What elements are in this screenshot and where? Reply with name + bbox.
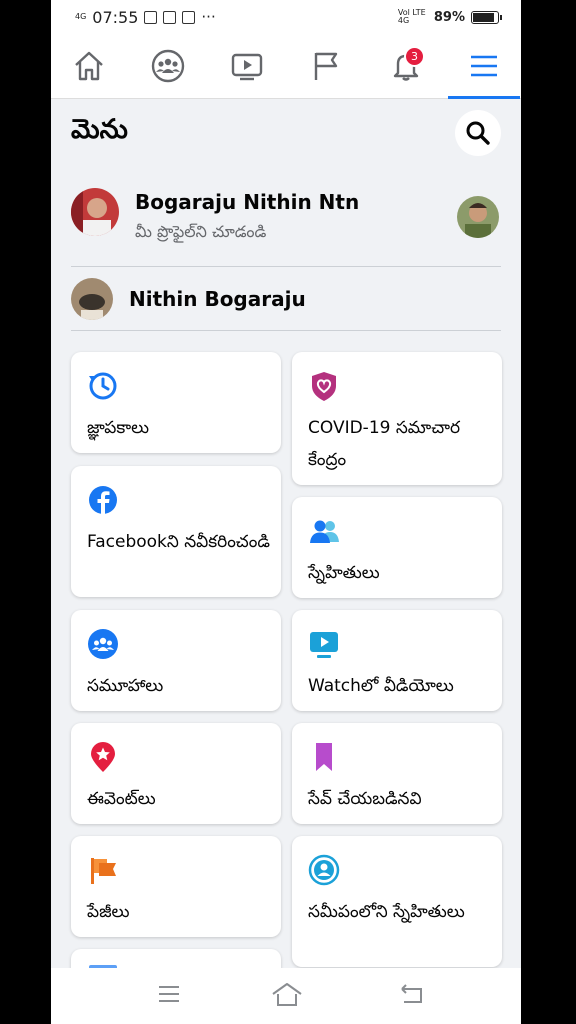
- friends-icon: [310, 520, 339, 543]
- shortcut-watch[interactable]: Watchలో వీడియోలు: [292, 610, 502, 711]
- message-icon: [182, 10, 196, 24]
- shortcut-covid[interactable]: COVID-19 సమాచార కేంద్రం: [292, 352, 502, 485]
- shortcut-label: సమీపంలోని స్నేహితులు: [308, 902, 465, 922]
- shortcut-label: COVID-19 సమాచార కేంద్రం: [308, 418, 461, 470]
- back-button[interactable]: [399, 982, 425, 1010]
- shortcut-label: సేవ్ చేయబడినవి: [308, 789, 422, 809]
- shortcut-label: సమూహాలు: [87, 676, 164, 696]
- home-icon: [272, 983, 302, 1006]
- divider: [71, 266, 501, 267]
- watch-icon: [310, 632, 338, 658]
- search-button[interactable]: [455, 110, 501, 156]
- tab-notifications[interactable]: 3: [381, 44, 431, 88]
- shortcut-label: Facebookని నవీకరించండి: [87, 532, 270, 552]
- avatar-image: [71, 278, 113, 320]
- notification-icon: [144, 10, 158, 24]
- divider: [71, 330, 501, 331]
- network-indicator: 4G: [75, 12, 87, 21]
- avatar-image: [71, 188, 119, 236]
- shortcut-label: పేజీలు: [87, 902, 130, 922]
- shortcut-friends[interactable]: స్నేహితులు: [292, 497, 502, 598]
- home-button[interactable]: [271, 982, 303, 1012]
- shortcut-nearby-friends[interactable]: సమీపంలోని స్నేహితులు: [292, 836, 502, 967]
- battery-percent: 89%: [433, 9, 465, 25]
- hamburger-menu-icon: [471, 55, 497, 77]
- shortcut-label: జ్ఞాపకాలు: [87, 418, 150, 438]
- switch-account-avatar[interactable]: [457, 196, 499, 238]
- page-title: మెను: [71, 114, 128, 145]
- back-icon: [401, 984, 422, 1003]
- groups-icon: [151, 49, 185, 83]
- tab-groups[interactable]: [143, 44, 193, 88]
- profile-name[interactable]: Bogaraju Nithin Ntn: [135, 190, 359, 214]
- shortcut-groups[interactable]: సమూహాలు: [71, 610, 281, 711]
- shortcut-label: ఈవెంట్‌లు: [87, 789, 156, 809]
- menu-lines-icon: [159, 986, 179, 1002]
- saved-icon: [316, 743, 332, 771]
- tab-home[interactable]: [64, 44, 114, 88]
- more-notifications: ···: [201, 8, 216, 26]
- active-tab-indicator: [448, 96, 520, 99]
- covid-icon: [312, 372, 336, 401]
- top-nav-bar: 3: [51, 34, 521, 99]
- tab-watch[interactable]: [222, 44, 272, 88]
- mail-icon: [163, 10, 177, 24]
- shortcut-label: Watchలో వీడియోలు: [308, 676, 454, 696]
- shortcut-label: స్నేహితులు: [308, 563, 380, 583]
- nearby-friends-icon: [308, 854, 340, 886]
- status-time: 07:55: [92, 7, 139, 27]
- flag-icon: [314, 52, 338, 80]
- groups-icon: [88, 629, 118, 659]
- shortcut-memories[interactable]: జ్ఞాపకాలు: [71, 352, 281, 453]
- tab-pages[interactable]: [301, 44, 351, 88]
- shortcut-saved[interactable]: సేవ్ చేయబడినవి: [292, 723, 502, 824]
- home-icon: [75, 51, 103, 81]
- shortcut-update-facebook[interactable]: Facebookని నవీకరించండి: [71, 466, 281, 597]
- tab-menu[interactable]: [459, 44, 509, 88]
- network-right: Vol LTE 4G: [397, 8, 426, 25]
- profile-avatar[interactable]: [71, 188, 119, 236]
- status-bar: 4G 07:55 ··· Vol LTE 4G 89%: [51, 0, 521, 34]
- shortcut-pages[interactable]: పేజీలు: [71, 836, 281, 937]
- page-avatar[interactable]: [71, 278, 113, 320]
- notification-badge: 3: [404, 46, 425, 67]
- view-profile-link[interactable]: మీ ప్రొఫైల్‌ని చూడండి: [135, 222, 266, 245]
- app-screen: 4G 07:55 ··· Vol LTE 4G 89% 3 మెను Bogar…: [51, 0, 521, 1024]
- battery-icon: [471, 10, 502, 24]
- watch-icon: [231, 53, 263, 81]
- shortcut-events[interactable]: ఈవెంట్‌లు: [71, 723, 281, 824]
- avatar-image: [457, 196, 499, 238]
- recent-apps-button[interactable]: [157, 982, 181, 1010]
- system-nav-bar: [51, 968, 521, 1024]
- memories-icon: [89, 372, 117, 400]
- search-icon: [466, 121, 490, 145]
- facebook-icon: [89, 486, 117, 515]
- page-name[interactable]: Nithin Bogaraju: [129, 287, 306, 311]
- events-icon: [91, 742, 115, 772]
- pages-icon: [91, 858, 116, 884]
